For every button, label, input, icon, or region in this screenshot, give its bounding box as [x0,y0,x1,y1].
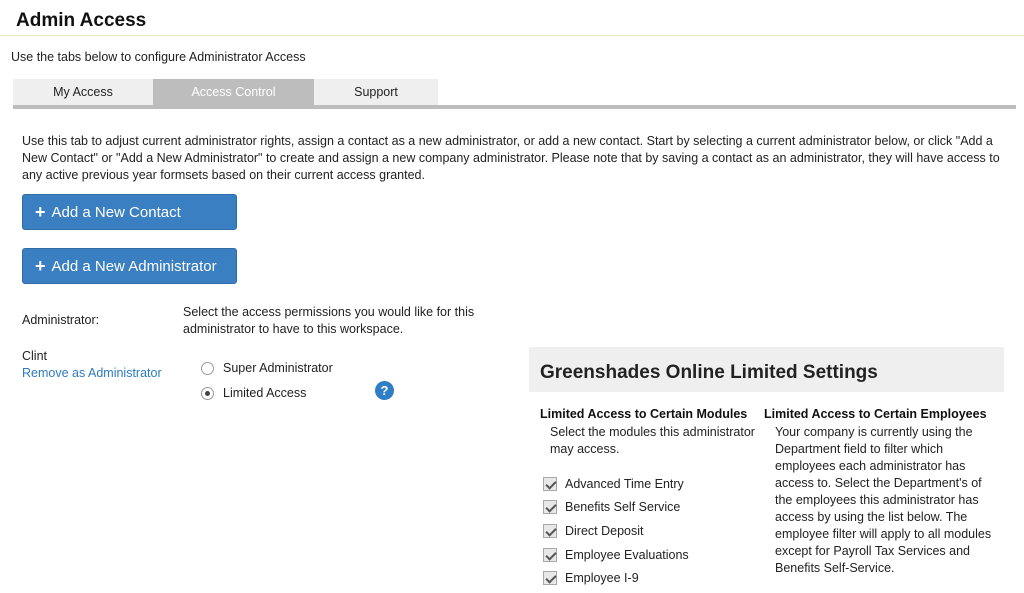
add-new-administrator-label: Add a New Administrator [51,257,217,275]
remove-as-administrator-link[interactable]: Remove as Administrator [22,366,162,380]
checkbox-checked[interactable] [543,524,557,538]
checkbox-checked[interactable] [543,571,557,585]
module-item-employee-i9[interactable]: Employee I-9 [543,571,639,585]
super-administrator-label: Super Administrator [223,361,333,375]
tab-support[interactable]: Support [314,79,438,105]
module-label: Benefits Self Service [565,500,681,514]
module-item-advanced-time-entry[interactable]: Advanced Time Entry [543,477,684,491]
module-item-direct-deposit[interactable]: Direct Deposit [543,524,644,538]
limited-access-option[interactable]: Limited Access [201,386,306,400]
checkbox-checked[interactable] [543,548,557,562]
modules-description: Select the modules this administrator ma… [550,425,755,456]
checkbox-checked[interactable] [543,477,557,491]
checkbox-checked[interactable] [543,500,557,514]
add-new-administrator-button[interactable]: + Add a New Administrator [22,248,237,284]
module-label: Employee I-9 [565,571,639,585]
page-header: Admin Access [0,0,1024,36]
super-administrator-option[interactable]: Super Administrator [201,361,333,375]
plus-icon: + [35,202,46,222]
limited-settings-title: Greenshades Online Limited Settings [540,362,878,383]
tab-bar: My Access Access Control Support [13,79,1016,109]
module-label: Direct Deposit [565,524,644,538]
limited-access-label: Limited Access [223,386,307,400]
page-title: Admin Access [16,10,147,31]
select-permissions-prompt: Select the access permissions you would … [183,305,475,336]
module-label: Advanced Time Entry [565,477,684,491]
administrator-label: Administrator: [22,313,100,327]
help-icon[interactable]: ? [375,381,394,400]
modules-column-title: Limited Access to Certain Modules [540,407,748,421]
module-item-benefits-self-service[interactable]: Benefits Self Service [543,500,680,514]
super-administrator-radio[interactable] [201,361,214,375]
employees-column-title: Limited Access to Certain Employees [764,407,987,421]
limited-settings-header: Greenshades Online Limited Settings [529,347,1004,392]
limited-access-radio[interactable] [201,386,214,400]
add-new-contact-button[interactable]: + Add a New Contact [22,194,237,230]
tab-my-access[interactable]: My Access [13,79,153,105]
module-item-employee-evaluations[interactable]: Employee Evaluations [543,548,689,562]
tab-access-control[interactable]: Access Control [153,79,314,105]
access-control-description: Use this tab to adjust current administr… [22,134,1000,182]
plus-icon: + [35,256,46,276]
employees-description: Your company is currently using the Depa… [775,425,992,575]
add-new-contact-label: Add a New Contact [51,203,181,221]
intro-text: Use the tabs below to configure Administ… [11,50,306,64]
administrator-name: Clint [22,349,48,363]
module-label: Employee Evaluations [565,548,689,562]
